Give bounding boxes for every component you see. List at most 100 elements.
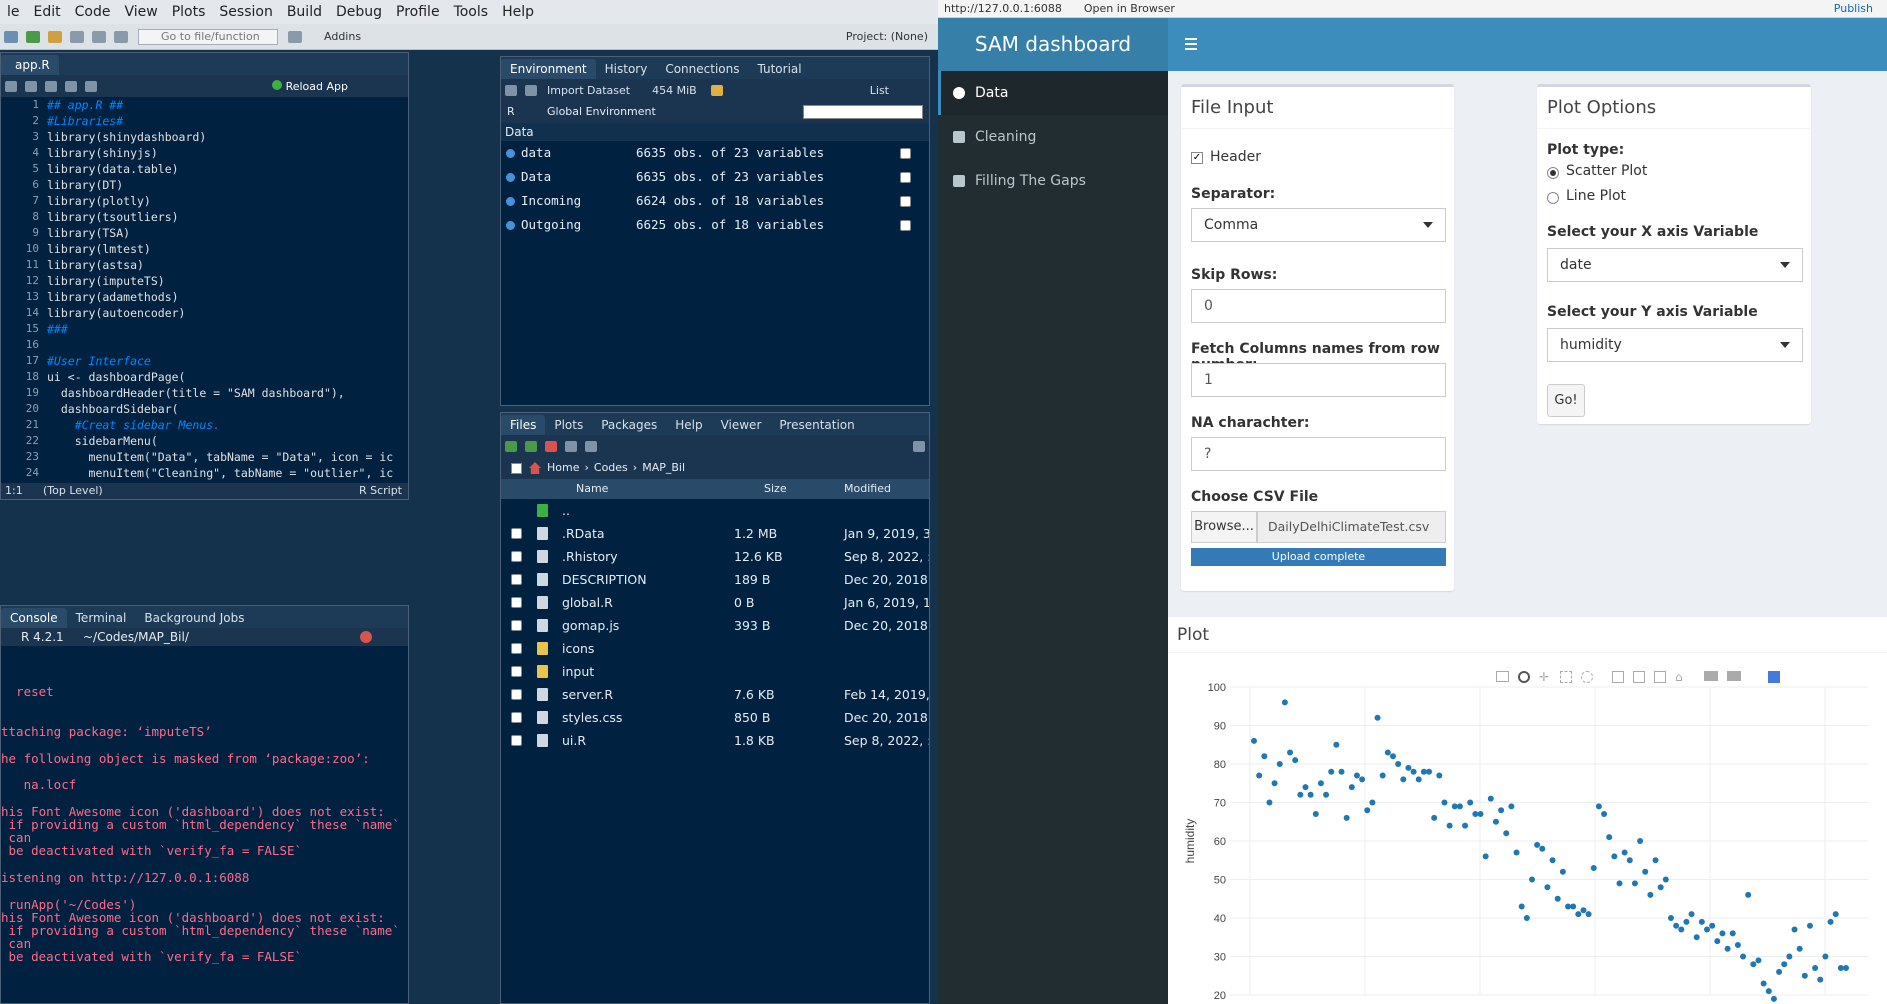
data-point[interactable] bbox=[1405, 764, 1412, 771]
data-point[interactable] bbox=[1539, 845, 1546, 852]
data-point[interactable] bbox=[1812, 965, 1819, 972]
menu-le[interactable]: le bbox=[0, 0, 27, 24]
save-icon[interactable] bbox=[525, 84, 537, 96]
code-line[interactable]: ## app.R ## bbox=[47, 97, 394, 113]
code-line[interactable]: library(data.table) bbox=[47, 161, 394, 177]
language-selector[interactable]: R bbox=[507, 101, 515, 123]
data-point[interactable] bbox=[1379, 772, 1386, 779]
data-point[interactable] bbox=[1781, 961, 1788, 968]
save-all-icon[interactable] bbox=[92, 30, 106, 43]
data-point[interactable] bbox=[1601, 811, 1608, 818]
data-point[interactable] bbox=[1590, 864, 1597, 871]
environment-row[interactable]: Data 6635 obs. of 23 variables bbox=[501, 165, 929, 189]
view-grid-icon[interactable] bbox=[900, 196, 911, 207]
data-point[interactable] bbox=[1801, 972, 1808, 979]
tab-environment[interactable]: Environment bbox=[501, 59, 596, 79]
environment-search-input[interactable] bbox=[803, 105, 923, 119]
file-checkbox[interactable] bbox=[511, 597, 522, 608]
data-point[interactable] bbox=[1492, 818, 1499, 825]
code-line[interactable]: #Creat sidebar Menus. bbox=[47, 417, 394, 433]
file-checkbox[interactable] bbox=[511, 689, 522, 700]
data-point[interactable] bbox=[1837, 965, 1844, 972]
data-point[interactable] bbox=[1333, 741, 1340, 748]
tab-console[interactable]: Console bbox=[1, 608, 67, 628]
data-point[interactable] bbox=[1698, 918, 1705, 925]
data-point[interactable] bbox=[1626, 857, 1633, 864]
environment-row[interactable]: Outgoing 6625 obs. of 18 variables bbox=[501, 213, 929, 237]
skip-rows-input[interactable]: 0 bbox=[1191, 289, 1446, 323]
data-point[interactable] bbox=[1451, 803, 1458, 810]
import-dataset-button[interactable]: Import Dataset bbox=[547, 84, 630, 97]
code-line[interactable]: library(DT) bbox=[47, 177, 394, 193]
file-name[interactable]: .Rhistory bbox=[562, 545, 618, 568]
col-size[interactable]: Size bbox=[764, 479, 787, 499]
file-row[interactable]: input bbox=[501, 660, 929, 683]
data-point[interactable] bbox=[1704, 926, 1711, 933]
menu-build[interactable]: Build bbox=[280, 0, 329, 24]
data-point[interactable] bbox=[1765, 988, 1772, 995]
data-point[interactable] bbox=[1369, 799, 1376, 806]
file-name[interactable]: styles.css bbox=[562, 706, 622, 729]
search-icon[interactable] bbox=[45, 80, 57, 92]
data-point[interactable] bbox=[1616, 880, 1623, 887]
data-point[interactable] bbox=[1755, 957, 1762, 964]
breadcrumb-item[interactable]: MAP_Bil bbox=[642, 461, 685, 474]
data-point[interactable] bbox=[1251, 737, 1257, 744]
app-url[interactable]: http://127.0.0.1:6088 bbox=[944, 2, 1062, 15]
data-point[interactable] bbox=[1611, 853, 1618, 860]
data-point[interactable] bbox=[1657, 884, 1664, 891]
code-line[interactable]: #User Interface bbox=[47, 353, 394, 369]
radio-scatter-plot[interactable] bbox=[1547, 167, 1559, 179]
data-point[interactable] bbox=[1647, 891, 1654, 898]
file-row[interactable]: icons bbox=[501, 637, 929, 660]
data-point[interactable] bbox=[1307, 791, 1314, 798]
data-point[interactable] bbox=[1426, 768, 1433, 775]
code-line[interactable]: ### bbox=[47, 321, 394, 337]
code-line[interactable]: library(adamethods) bbox=[47, 289, 394, 305]
data-point[interactable] bbox=[1261, 753, 1268, 760]
separator-select[interactable]: Comma bbox=[1191, 208, 1446, 242]
tab-connections[interactable]: Connections bbox=[656, 59, 748, 79]
data-point[interactable] bbox=[1724, 945, 1731, 952]
data-point[interactable] bbox=[1256, 772, 1263, 779]
data-point[interactable] bbox=[1559, 868, 1566, 875]
data-point[interactable] bbox=[1302, 784, 1309, 791]
data-point[interactable] bbox=[1528, 876, 1535, 883]
tab-viewer[interactable]: Viewer bbox=[712, 415, 771, 435]
browse-button[interactable]: Browse... bbox=[1191, 511, 1257, 543]
delete-icon[interactable] bbox=[545, 440, 557, 452]
file-checkbox[interactable] bbox=[511, 712, 522, 723]
data-point[interactable] bbox=[1523, 915, 1530, 921]
data-point[interactable] bbox=[1436, 772, 1443, 779]
data-point[interactable] bbox=[1359, 776, 1366, 783]
menu-help[interactable]: Help bbox=[495, 0, 541, 24]
code-line[interactable]: library(autoencoder) bbox=[47, 305, 394, 321]
new-folder-icon[interactable] bbox=[505, 440, 517, 452]
goto-file-input[interactable]: Go to file/function bbox=[138, 28, 278, 45]
data-point[interactable] bbox=[1791, 926, 1798, 933]
data-point[interactable] bbox=[1462, 822, 1469, 829]
file-checkbox[interactable] bbox=[511, 666, 522, 677]
fetch-columns-input[interactable]: 1 bbox=[1191, 363, 1446, 397]
data-point[interactable] bbox=[1575, 911, 1582, 918]
data-point[interactable] bbox=[1472, 811, 1479, 818]
y-axis-select[interactable]: humidity bbox=[1547, 328, 1803, 362]
data-point[interactable] bbox=[1621, 849, 1628, 856]
data-point[interactable] bbox=[1642, 868, 1649, 875]
code-line[interactable]: menuItem("Data", tabName = "Data", icon … bbox=[47, 449, 394, 465]
radio-line-plot[interactable] bbox=[1547, 192, 1559, 204]
data-point[interactable] bbox=[1446, 822, 1453, 829]
code-line[interactable]: library(lmtest) bbox=[47, 241, 394, 257]
data-point[interactable] bbox=[1389, 753, 1396, 760]
data-point[interactable] bbox=[1431, 814, 1438, 821]
data-point[interactable] bbox=[1477, 811, 1484, 818]
broom-icon[interactable] bbox=[710, 84, 723, 96]
data-point[interactable] bbox=[1740, 953, 1747, 960]
menu-view[interactable]: View bbox=[117, 0, 164, 24]
data-point[interactable] bbox=[1760, 980, 1767, 987]
data-point[interactable] bbox=[1513, 849, 1520, 856]
data-point[interactable] bbox=[1565, 903, 1572, 910]
data-point[interactable] bbox=[1554, 895, 1561, 902]
code-line[interactable]: library(imputeTS) bbox=[47, 273, 394, 289]
tab-help[interactable]: Help bbox=[666, 415, 711, 435]
